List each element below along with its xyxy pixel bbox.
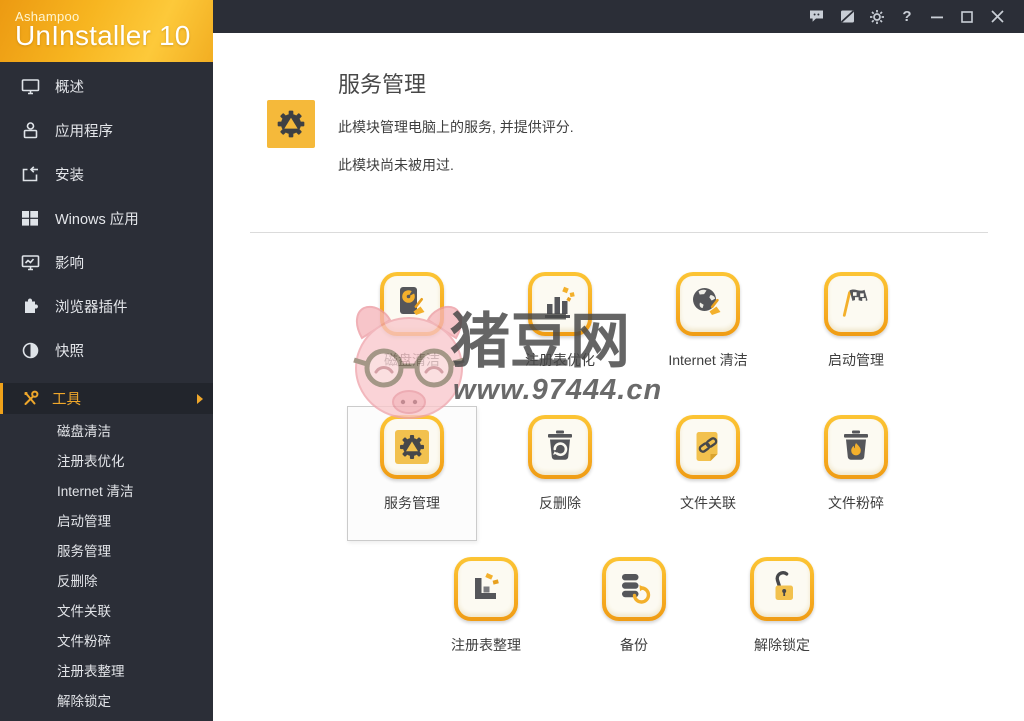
tools-submenu: 磁盘清洁 注册表优化 Internet 清洁 启动管理 服务管理 反删除 文件关… [0, 414, 213, 715]
windows-logo-icon [20, 209, 40, 228]
service-manager-icon [380, 415, 444, 479]
sidebar-item-label: 影响 [55, 255, 84, 272]
disk-cleaner-icon [380, 272, 444, 336]
sidebar-item-browser-plugins[interactable]: 浏览器插件 [0, 284, 213, 328]
undelete-icon [528, 415, 592, 479]
tool-file-association[interactable]: 文件关联 [634, 415, 782, 513]
tool-label: 备份 [620, 637, 648, 653]
file-association-icon [676, 415, 740, 479]
review-panel-icon[interactable] [832, 0, 862, 33]
settings-gear-icon[interactable] [862, 0, 892, 33]
help-icon[interactable]: ? [892, 0, 922, 33]
minimize-icon[interactable] [922, 0, 952, 33]
submenu-item-unlock[interactable]: 解除锁定 [0, 685, 213, 715]
submenu-item-registry-optimizer[interactable]: 注册表优化 [0, 445, 213, 475]
sidebar-item-label: 工具 [52, 392, 81, 408]
sidebar-item-tools[interactable]: 工具 [0, 383, 213, 414]
tool-label: Internet 清洁 [668, 352, 748, 368]
backup-icon [602, 557, 666, 621]
submenu-item-internet-cleaner[interactable]: Internet 清洁 [0, 475, 213, 505]
tools-grid-row: 磁盘清洁 注册表优化 Internet 清洁 启动管理 [338, 272, 930, 370]
registry-defrag-icon [454, 557, 518, 621]
feedback-bubble-icon[interactable] [802, 0, 832, 33]
sidebar-item-overview[interactable]: 概述 [0, 64, 213, 108]
tool-label: 文件粉碎 [828, 495, 884, 511]
puzzle-icon [20, 297, 40, 316]
tools-grid-row: 服务管理 反删除 文件关联 文件粉碎 [338, 406, 930, 541]
page-title: 服务管理 [338, 72, 427, 97]
main-content: 服务管理 此模块管理电脑上的服务, 并提供评分. 此模块尚未被用过. 磁盘清洁 … [213, 33, 1024, 721]
tool-label: 注册表整理 [451, 637, 521, 653]
submenu-item-registry-defrag[interactable]: 注册表整理 [0, 655, 213, 685]
submenu-item-file-association[interactable]: 文件关联 [0, 595, 213, 625]
tool-service-manager[interactable]: 服务管理 [347, 406, 477, 541]
sidebar-item-impact[interactable]: 影响 [0, 240, 213, 284]
product-name: UnInstaller 10 [15, 20, 191, 51]
maximize-icon[interactable] [952, 0, 982, 33]
tool-registry-optimizer[interactable]: 注册表优化 [486, 272, 634, 370]
submenu-arrow-icon [197, 393, 203, 404]
sidebar-item-label: 浏览器插件 [55, 299, 128, 316]
tool-startup-manager[interactable]: 启动管理 [782, 272, 930, 370]
close-icon[interactable] [982, 0, 1012, 33]
service-manager-header-icon [267, 100, 315, 148]
sidebar-item-snapshots[interactable]: 快照 [0, 328, 213, 372]
submenu-item-file-shredder[interactable]: 文件粉碎 [0, 625, 213, 655]
tool-disk-cleaner[interactable]: 磁盘清洁 [338, 272, 486, 370]
registry-optimizer-icon [528, 272, 592, 336]
app-window: ? Ashampoo UnInstaller 10 概述 应用程序 安装 Win… [0, 0, 1024, 721]
install-tray-icon [20, 165, 40, 184]
tools-wrench-icon [20, 389, 40, 408]
tool-label: 磁盘清洁 [384, 352, 440, 368]
module-description: 此模块管理电脑上的服务, 并提供评分. [338, 119, 574, 135]
sidebar-item-label: Winows 应用 [55, 211, 139, 228]
tool-registry-defrag[interactable]: 注册表整理 [412, 557, 560, 655]
sidebar-item-label: 概述 [55, 79, 84, 96]
sidebar-item-label: 应用程序 [55, 123, 113, 140]
unlock-icon [750, 557, 814, 621]
submenu-item-startup-manager[interactable]: 启动管理 [0, 505, 213, 535]
file-shredder-icon [824, 415, 888, 479]
tool-file-shredder[interactable]: 文件粉碎 [782, 415, 930, 513]
tool-label: 启动管理 [828, 352, 884, 368]
sidebar: 概述 应用程序 安装 Winows 应用 影响 浏览器插件 快照 工具 磁盘清洁… [0, 62, 213, 721]
titlebar: ? [213, 0, 1024, 33]
internet-cleaner-icon [676, 272, 740, 336]
submenu-item-undelete[interactable]: 反删除 [0, 565, 213, 595]
submenu-item-disk-cleaner[interactable]: 磁盘清洁 [0, 415, 213, 445]
package-icon [20, 121, 40, 140]
sidebar-item-applications[interactable]: 应用程序 [0, 108, 213, 152]
module-status: 此模块尚未被用过. [338, 157, 454, 173]
tool-label: 解除锁定 [754, 637, 810, 653]
tool-label: 文件关联 [680, 495, 736, 511]
tool-label: 反删除 [539, 495, 581, 511]
sidebar-item-install[interactable]: 安装 [0, 152, 213, 196]
separator-line [250, 232, 988, 233]
impact-monitor-icon [20, 253, 40, 272]
tool-undelete[interactable]: 反删除 [486, 415, 634, 513]
sidebar-item-windows-apps[interactable]: Winows 应用 [0, 196, 213, 240]
sidebar-item-label: 安装 [55, 167, 84, 184]
app-logo: Ashampoo UnInstaller 10 [0, 0, 213, 62]
tools-grid-row: 注册表整理 备份 解除锁定 [338, 557, 856, 655]
tool-unlock[interactable]: 解除锁定 [708, 557, 856, 655]
snapshot-contrast-icon [20, 341, 40, 360]
tool-label: 注册表优化 [525, 352, 595, 368]
submenu-item-service-manager[interactable]: 服务管理 [0, 535, 213, 565]
tool-internet-cleaner[interactable]: Internet 清洁 [634, 272, 782, 370]
sidebar-item-label: 快照 [55, 343, 84, 360]
tool-backup[interactable]: 备份 [560, 557, 708, 655]
startup-manager-icon [824, 272, 888, 336]
monitor-icon [20, 77, 40, 96]
tool-label: 服务管理 [384, 495, 440, 511]
